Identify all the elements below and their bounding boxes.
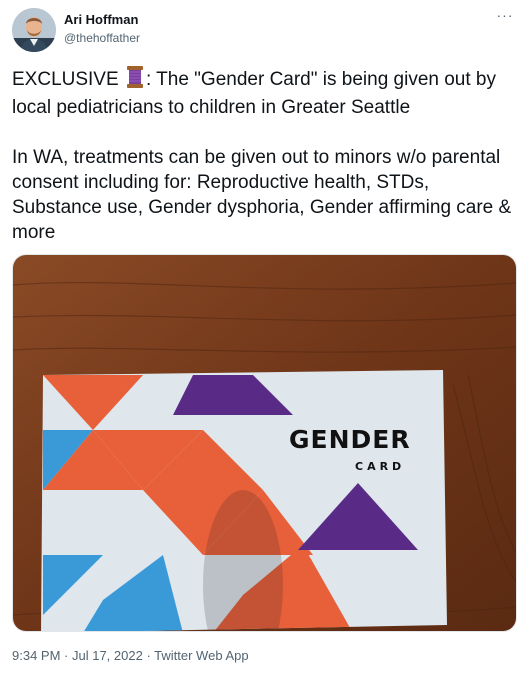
tweet-photo[interactable]: GENDER CARD — [12, 254, 517, 632]
footer-separator-1: · — [60, 648, 72, 663]
tweet-paragraph-2: In WA, treatments can be given out to mi… — [12, 147, 512, 243]
tweet-footer: 9:34 PM · Jul 17, 2022 · Twitter Web App — [12, 648, 249, 664]
profile-photo-icon — [12, 8, 56, 52]
tweet-date-link[interactable]: Jul 17, 2022 — [72, 648, 143, 663]
tweet-text-exclusive: EXCLUSIVE — [12, 69, 124, 90]
footer-separator-2: · — [142, 648, 155, 663]
tweet: Ari Hoffman @thehoffather ··· EXCLUSIVE … — [0, 0, 526, 676]
author-names: Ari Hoffman @thehoffather — [64, 12, 140, 46]
more-options-icon[interactable]: ··· — [494, 8, 516, 28]
tweet-paragraph-1: EXCLUSIVE : The "Gender Card" is being g… — [12, 66, 517, 120]
tweet-source-link[interactable]: Twitter Web App — [154, 648, 248, 663]
card-subtitle-text: CARD — [355, 460, 405, 473]
author-display-name[interactable]: Ari Hoffman — [64, 12, 140, 28]
thread-spool-emoji-icon — [126, 66, 144, 95]
gender-card — [41, 370, 447, 631]
tweet-text: EXCLUSIVE : The "Gender Card" is being g… — [12, 66, 517, 245]
tweet-time-link[interactable]: 9:34 PM — [12, 648, 60, 663]
author-handle[interactable]: @thehoffather — [64, 30, 140, 46]
card-title-text: GENDER — [289, 425, 411, 454]
author-avatar[interactable] — [12, 8, 56, 52]
tweet-header: Ari Hoffman @thehoffather ··· — [12, 8, 516, 52]
